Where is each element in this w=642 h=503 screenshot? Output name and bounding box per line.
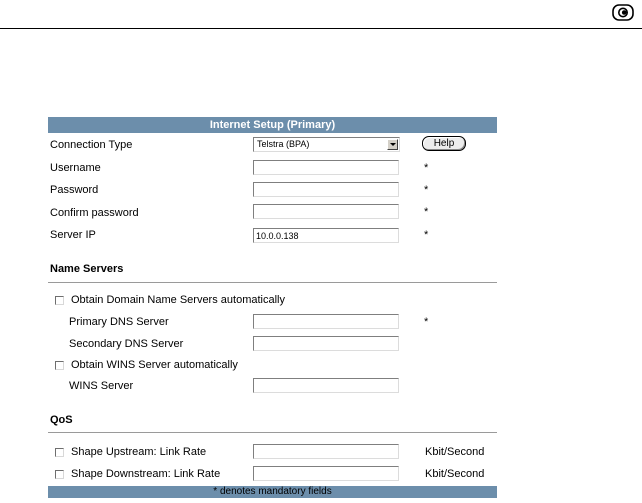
username-field[interactable] — [253, 160, 399, 175]
username-label: Username — [50, 162, 101, 174]
auto-dns-label: Obtain Domain Name Servers automatically — [71, 294, 285, 306]
internet-setup-panel: Internet Setup (Primary) Connection Type… — [48, 117, 497, 498]
primary-dns-label: Primary DNS Server — [69, 316, 169, 328]
name-servers-heading: Name Servers — [50, 263, 124, 275]
server-ip-field[interactable] — [253, 228, 399, 243]
toggle-logo-icon — [612, 4, 634, 21]
password-field[interactable] — [253, 182, 399, 197]
mandatory-marker: * — [424, 162, 429, 174]
downstream-rate-field[interactable] — [253, 466, 399, 481]
shape-upstream-label: Shape Upstream: Link Rate — [71, 446, 207, 458]
downstream-unit: Kbit/Second — [425, 468, 485, 480]
password-label: Password — [50, 184, 99, 196]
section-divider — [48, 282, 497, 283]
secondary-dns-label: Secondary DNS Server — [69, 338, 184, 350]
confirm-password-label: Confirm password — [50, 207, 139, 219]
shape-downstream-checkbox[interactable] — [55, 470, 64, 479]
mandatory-marker: * — [424, 206, 429, 218]
auto-wins-label: Obtain WINS Server automatically — [71, 359, 238, 371]
secondary-dns-field[interactable] — [253, 336, 399, 351]
shape-downstream-label: Shape Downstream: Link Rate — [71, 468, 221, 480]
mandatory-marker: * — [424, 229, 429, 241]
primary-dns-field[interactable] — [253, 314, 399, 329]
panel-title: Internet Setup (Primary) — [48, 117, 497, 133]
server-ip-label: Server IP — [50, 229, 96, 241]
auto-dns-checkbox[interactable] — [55, 296, 64, 305]
section-divider — [48, 432, 497, 433]
header-divider — [0, 28, 642, 29]
mandatory-footnote: * denotes mandatory fields — [48, 486, 497, 498]
help-button[interactable]: Help — [422, 136, 466, 151]
qos-heading: QoS — [50, 414, 73, 426]
upstream-rate-field[interactable] — [253, 444, 399, 459]
mandatory-marker: * — [424, 184, 429, 196]
confirm-password-field[interactable] — [253, 204, 399, 219]
shape-upstream-checkbox[interactable] — [55, 448, 64, 457]
upstream-unit: Kbit/Second — [425, 446, 485, 458]
wins-server-label: WINS Server — [69, 380, 134, 392]
connection-type-value: Telstra (BPA) — [257, 139, 310, 149]
connection-type-select[interactable]: Telstra (BPA) — [253, 137, 400, 152]
chevron-down-icon[interactable] — [387, 139, 398, 150]
wins-server-field[interactable] — [253, 378, 399, 393]
mandatory-marker: * — [424, 316, 429, 328]
auto-wins-checkbox[interactable] — [55, 361, 64, 370]
connection-type-label: Connection Type — [50, 139, 133, 151]
